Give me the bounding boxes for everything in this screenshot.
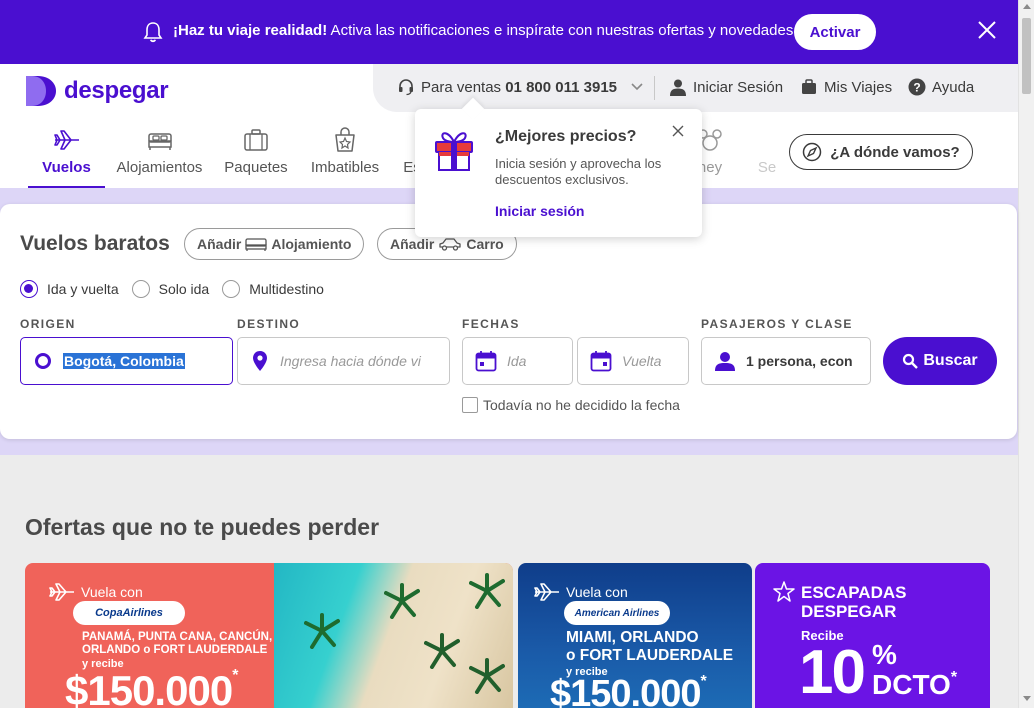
palm-tree-icon bbox=[469, 658, 505, 694]
dates-label: FECHAS bbox=[462, 317, 520, 331]
passengers-input[interactable]: 1 persona, econ bbox=[701, 337, 871, 385]
search-title: Vuelos baratos bbox=[20, 232, 170, 255]
location-pin-icon bbox=[253, 351, 267, 371]
star-icon bbox=[773, 581, 795, 602]
notification-bar: ¡Haz tu viaje realidad! Activa las notif… bbox=[0, 0, 1018, 64]
flight-search-card: Vuelos baratos Añadir Alojamiento Añadir… bbox=[0, 204, 1017, 439]
bed-icon bbox=[245, 238, 267, 251]
discount-bag-icon bbox=[335, 127, 355, 152]
user-icon bbox=[670, 79, 686, 96]
best-prices-popup: ¿Mejores precios? Inicia sesión y aprove… bbox=[415, 97, 702, 237]
origin-label: ORIGEN bbox=[20, 317, 76, 331]
radio-round-trip[interactable]: Ida y vuelta bbox=[20, 280, 119, 298]
brand-logo[interactable]: despegar bbox=[24, 74, 169, 108]
banner-vuela: Vuela con bbox=[534, 583, 628, 601]
gift-icon bbox=[435, 132, 473, 171]
destination-label: DESTINO bbox=[237, 317, 301, 331]
trip-type-selector: Ida y vuelta Solo ida Multidestino bbox=[20, 280, 337, 298]
activate-notifications-button[interactable]: Activar bbox=[794, 14, 876, 50]
tab-alojamientos[interactable]: Alojamientos bbox=[113, 122, 206, 188]
palm-tree-icon bbox=[384, 583, 420, 619]
radio-one-way[interactable]: Solo ida bbox=[131, 280, 209, 298]
return-date-input[interactable]: Vuelta bbox=[577, 337, 689, 385]
scroll-down-arrow[interactable] bbox=[1023, 696, 1031, 701]
sales-phone[interactable]: Para ventas 01 800 011 3915 bbox=[397, 78, 649, 96]
despegar-logo-icon bbox=[26, 76, 56, 106]
banner-dcto: DCTO* bbox=[872, 669, 958, 700]
login-link[interactable]: Iniciar Sesión bbox=[669, 78, 783, 96]
scroll-up-arrow[interactable] bbox=[1023, 4, 1031, 9]
add-hotel-button[interactable]: Añadir Alojamiento bbox=[184, 228, 365, 260]
help-link[interactable]: ? Ayuda bbox=[908, 78, 974, 96]
banner-vuela: Vuela con bbox=[49, 583, 143, 601]
offer-banner-escapadas[interactable]: ESCAPADAS DESPEGAR Recibe 10 % DCTO* bbox=[755, 563, 990, 708]
close-icon[interactable] bbox=[672, 125, 684, 137]
origin-circle-icon bbox=[35, 353, 51, 369]
radio-multi-destination[interactable]: Multidestino bbox=[222, 280, 324, 298]
copa-airlines-logo: CopaAirlines bbox=[73, 601, 185, 625]
suitcase-icon bbox=[244, 129, 268, 151]
offers-title: Ofertas que no te puedes perder bbox=[25, 514, 380, 540]
airplane-icon bbox=[49, 583, 74, 601]
tab-seguros[interactable]: Se bbox=[755, 122, 779, 188]
popup-body: Inicia sesión y aprovecha los descuentos… bbox=[495, 156, 662, 187]
search-icon bbox=[903, 353, 919, 369]
banner-percent: 10 bbox=[799, 638, 866, 707]
chevron-down-icon bbox=[631, 83, 643, 91]
banner-escapadas-title: ESCAPADAS DESPEGAR bbox=[801, 583, 907, 621]
user-icon bbox=[715, 352, 735, 371]
bed-icon bbox=[147, 133, 172, 150]
depart-date-input[interactable]: Ida bbox=[462, 337, 573, 385]
headset-icon bbox=[399, 79, 413, 96]
search-button[interactable]: Buscar bbox=[883, 337, 997, 385]
airplane-icon bbox=[53, 130, 79, 150]
american-airlines-logo: American Airlines bbox=[564, 601, 670, 625]
bell-icon bbox=[143, 22, 163, 43]
calendar-icon bbox=[590, 351, 612, 372]
popup-title: ¿Mejores precios? bbox=[495, 128, 637, 145]
help-icon: ? bbox=[908, 78, 926, 96]
where-to-go-button[interactable]: ¿A dónde vamos? bbox=[789, 134, 973, 170]
compass-icon bbox=[803, 142, 822, 162]
close-icon[interactable] bbox=[976, 19, 998, 41]
destination-input[interactable]: Ingresa hacia dónde vi bbox=[237, 337, 450, 385]
popup-login-link[interactable]: Iniciar sesión bbox=[495, 203, 584, 219]
undecided-date-checkbox[interactable]: Todavía no he decidido la fecha bbox=[462, 397, 680, 413]
brand-name: despegar bbox=[64, 77, 169, 104]
offer-banner-american[interactable]: Vuela con American Airlines MIAMI, ORLAN… bbox=[518, 563, 752, 708]
palm-tree-icon bbox=[469, 573, 505, 609]
beach-photo bbox=[274, 563, 513, 708]
suitcase-icon bbox=[802, 79, 816, 94]
car-icon bbox=[439, 238, 461, 251]
tab-vuelos[interactable]: Vuelos bbox=[28, 122, 105, 188]
notification-message: ¡Haz tu viaje realidad! Activa las notif… bbox=[173, 22, 798, 39]
my-trips-link[interactable]: Mis Viajes bbox=[800, 78, 892, 96]
tab-imbatibles[interactable]: Imbatibles bbox=[306, 122, 384, 188]
calendar-icon bbox=[475, 351, 497, 372]
offer-banner-copa[interactable]: Vuela con CopaAirlines PANAMÁ, PUNTA CAN… bbox=[25, 563, 513, 708]
banner-destinations: PANAMÁ, PUNTA CANA, CANCÚN, ORLANDO o FO… bbox=[82, 631, 273, 656]
banner-amount: $150.000* bbox=[550, 673, 707, 708]
banner-destinations: MIAMI, ORLANDO o FORT LAUDERDALE bbox=[566, 629, 734, 664]
checkbox[interactable] bbox=[462, 397, 478, 413]
banner-amount: $150.000* bbox=[65, 667, 238, 708]
scroll-thumb[interactable] bbox=[1022, 18, 1031, 94]
palm-tree-icon bbox=[304, 613, 340, 649]
page-scrollbar[interactable] bbox=[1018, 0, 1034, 708]
svg-text:?: ? bbox=[913, 81, 920, 95]
origin-input[interactable]: Bogotá, Colombia bbox=[20, 337, 233, 385]
tab-paquetes[interactable]: Paquetes bbox=[222, 122, 290, 188]
divider bbox=[654, 76, 655, 100]
airplane-icon bbox=[534, 583, 559, 601]
passengers-label: PASAJEROS Y CLASE bbox=[701, 317, 853, 331]
palm-tree-icon bbox=[424, 633, 460, 669]
